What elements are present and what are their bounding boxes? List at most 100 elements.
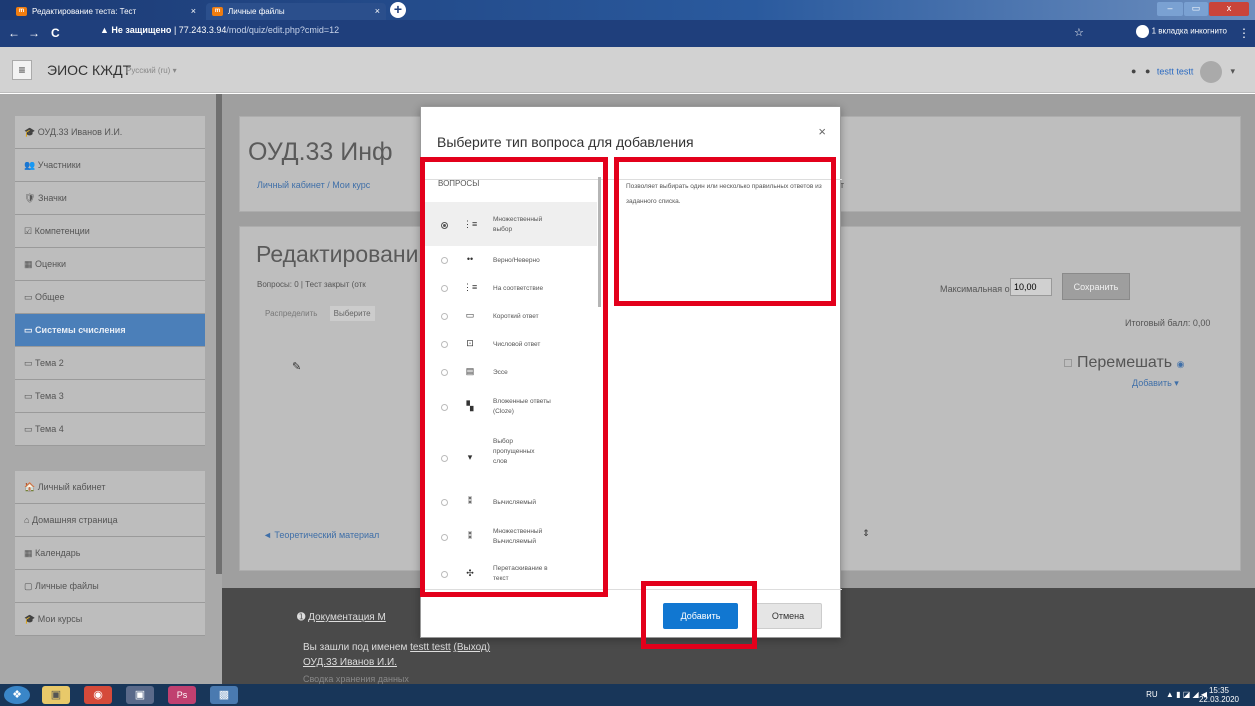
sidebar-item-dashboard[interactable]: 🏠 Личный кабинет [15, 471, 205, 504]
sidebar-item-calendar[interactable]: ▦ Календарь [15, 537, 205, 570]
tab-edit-quiz[interactable]: m Редактирование теста: Тест × [10, 3, 202, 20]
breadcrumb[interactable]: Личный кабинет / Мои курс т [257, 180, 844, 190]
close-tab-icon[interactable]: × [375, 6, 380, 16]
shield-icon: 🛡 [24, 193, 36, 203]
reload-icon[interactable]: C [51, 26, 60, 40]
tab-personal-files[interactable]: m Личные файлы × [206, 3, 386, 20]
data-retention-link[interactable]: Сводка хранения данных [303, 674, 409, 684]
course-icon: 🎓 [24, 614, 36, 624]
windows-taskbar: ❖ ▣ ◉ ▣ Ps ▩ RU ▲ ▮ ◪ ◢ ◀ 15:35 22.03.20… [0, 684, 1255, 706]
explorer-icon[interactable]: ▣ [42, 686, 70, 704]
close-window-button[interactable]: x [1209, 2, 1249, 16]
folder-icon: ▭ [24, 358, 33, 368]
clock-time: 15:35 [1208, 686, 1229, 695]
maximize-button[interactable]: ▭ [1184, 2, 1208, 16]
language-menu[interactable]: Русский (ru) ▾ [126, 66, 177, 75]
info-icon: ➊ [297, 612, 306, 623]
select-multiple-button[interactable]: Выберите [329, 306, 375, 321]
sidebar-item-topic-4[interactable]: ▭ Тема 4 [15, 413, 205, 446]
minimize-button[interactable]: – [1157, 2, 1183, 16]
user-link[interactable]: testt testt [410, 642, 451, 653]
moodle-icon: m [212, 7, 223, 16]
sidebar-item-home[interactable]: ⌂ Домашняя страница [15, 504, 205, 537]
total-score: Итоговый балл: 0,00 [1125, 318, 1211, 328]
user-name: testt testt [1156, 66, 1194, 77]
forward-icon[interactable]: → [28, 26, 40, 40]
dialog-title: Выберите тип вопроса для добавления [437, 134, 694, 150]
browser-menu-icon[interactable]: ⋮ [1238, 26, 1250, 40]
address-bar: ← → C ▲ Не защищено | 77.243.3.94/mod/qu… [0, 20, 1255, 47]
incognito-indicator[interactable]: 1 вкладка инкогнито [1135, 25, 1227, 38]
help-icon[interactable]: ◉ [1177, 359, 1185, 369]
photoshop-icon[interactable]: Ps [168, 686, 196, 704]
back-icon[interactable]: ← [8, 26, 20, 40]
file-icon: ▢ [24, 581, 33, 591]
page-title: ОУД.33 Инф [248, 138, 393, 166]
incognito-icon [1135, 25, 1149, 38]
chrome-icon[interactable]: ◉ [84, 686, 112, 704]
prev-activity-link[interactable]: ◄ Теоретический материал [263, 530, 379, 540]
moodle-icon: m [16, 7, 27, 16]
site-header: ≡ ЭИОС КЖДТ Русский (ru) ▾ ● ● testt tes… [0, 47, 1255, 93]
chat-icon[interactable]: ● [1145, 66, 1150, 76]
save-button[interactable]: Сохранить [1062, 273, 1130, 300]
screenshot-icon[interactable]: ▩ [210, 686, 238, 704]
highlight-question-list [420, 157, 608, 597]
cancel-button[interactable]: Отмена [754, 603, 822, 629]
tab-label: Личные файлы [228, 7, 285, 16]
url-path: /mod/quiz/edit.php?cmid=12 [226, 25, 340, 35]
sidebar-item-course[interactable]: 🎓 ОУД.33 Иванов И.И. [15, 116, 205, 149]
add-menu-link[interactable]: Добавить ▾ [1132, 378, 1179, 389]
table-icon: ▦ [24, 259, 33, 269]
sidebar-item-my-courses[interactable]: 🎓 Мои курсы [15, 603, 205, 636]
sidebar-item-general[interactable]: ▭ Общее [15, 281, 205, 314]
avatar [1199, 61, 1222, 83]
sidebar-item-badges[interactable]: 🛡 Значки [15, 182, 205, 215]
sidebar-item-grades[interactable]: ▦ Оценки [15, 248, 205, 281]
sidebar-item-topic-2[interactable]: ▭ Тема 2 [15, 347, 205, 380]
site-brand[interactable]: ЭИОС КЖДТ [47, 62, 131, 78]
sidebar-item-number-systems[interactable]: ▭ Системы счисления [15, 314, 205, 347]
logout-link[interactable]: (Выход) [454, 642, 491, 653]
tab-label: Редактирование теста: Тест [32, 7, 137, 16]
browser-tab-bar: m Редактирование теста: Тест × m Личные … [0, 0, 1255, 20]
user-menu[interactable]: ● ● testt testt ▾ [1131, 61, 1235, 83]
bookmark-star-icon[interactable]: ☆ [1074, 26, 1084, 39]
folder-icon: ▭ [24, 391, 33, 401]
close-tab-icon[interactable]: × [191, 6, 196, 16]
documentation-link[interactable]: ➊ Документация М [297, 612, 386, 623]
sidebar-item-topic-3[interactable]: ▭ Тема 3 [15, 380, 205, 413]
jump-to-select[interactable]: ⇕ [842, 524, 890, 542]
keyboard-language[interactable]: RU [1146, 690, 1158, 699]
start-button[interactable]: ❖ [4, 686, 30, 704]
shuffle-toggle[interactable]: Перемешать ◉ [1064, 354, 1184, 372]
redistribute-button[interactable]: Распределить [265, 309, 317, 318]
folder-icon: ▭ [24, 424, 33, 434]
shuffle-checkbox[interactable] [1064, 359, 1072, 367]
edit-quiz-heading: Редактировани [256, 241, 419, 267]
menu-icon[interactable]: ≡ [12, 60, 32, 80]
course-link[interactable]: ОУД.33 Иванов И.И. [303, 657, 397, 668]
highlight-description [614, 157, 836, 306]
system-clock[interactable]: 15:35 22.03.2020 [1199, 686, 1239, 704]
home-icon: ⌂ [24, 515, 30, 525]
left-drawer: 🎓 ОУД.33 Иванов И.И. 👥 Участники 🛡 Значк… [0, 94, 222, 684]
close-icon[interactable]: × [818, 124, 826, 139]
folder-icon: ▭ [24, 292, 33, 302]
edit-section-icon[interactable]: ✎ [292, 360, 301, 373]
sidebar-item-competencies[interactable]: ☑ Компетенции [15, 215, 205, 248]
system-tray[interactable]: RU ▲ ▮ ◪ ◢ ◀ [1146, 690, 1207, 699]
notification-bell-icon[interactable]: ● [1131, 66, 1136, 76]
dashboard-icon: 🏠 [24, 482, 36, 492]
folder-icon: ▭ [24, 325, 33, 335]
max-grade-input[interactable]: 10,00 [1010, 278, 1052, 296]
url-host: 77.243.3.94 [178, 25, 227, 35]
url-field[interactable]: ▲ Не защищено | 77.243.3.94/mod/quiz/edi… [100, 25, 339, 35]
library-icon[interactable]: ▣ [126, 686, 154, 704]
calendar-icon: ▦ [24, 548, 33, 558]
not-secure-label: ▲ Не защищено [100, 25, 172, 35]
sidebar-item-participants[interactable]: 👥 Участники [15, 149, 205, 182]
new-tab-button[interactable]: + [390, 2, 406, 18]
sidebar-item-files[interactable]: ▢ Личные файлы [15, 570, 205, 603]
clock-date: 22.03.2020 [1198, 695, 1239, 704]
